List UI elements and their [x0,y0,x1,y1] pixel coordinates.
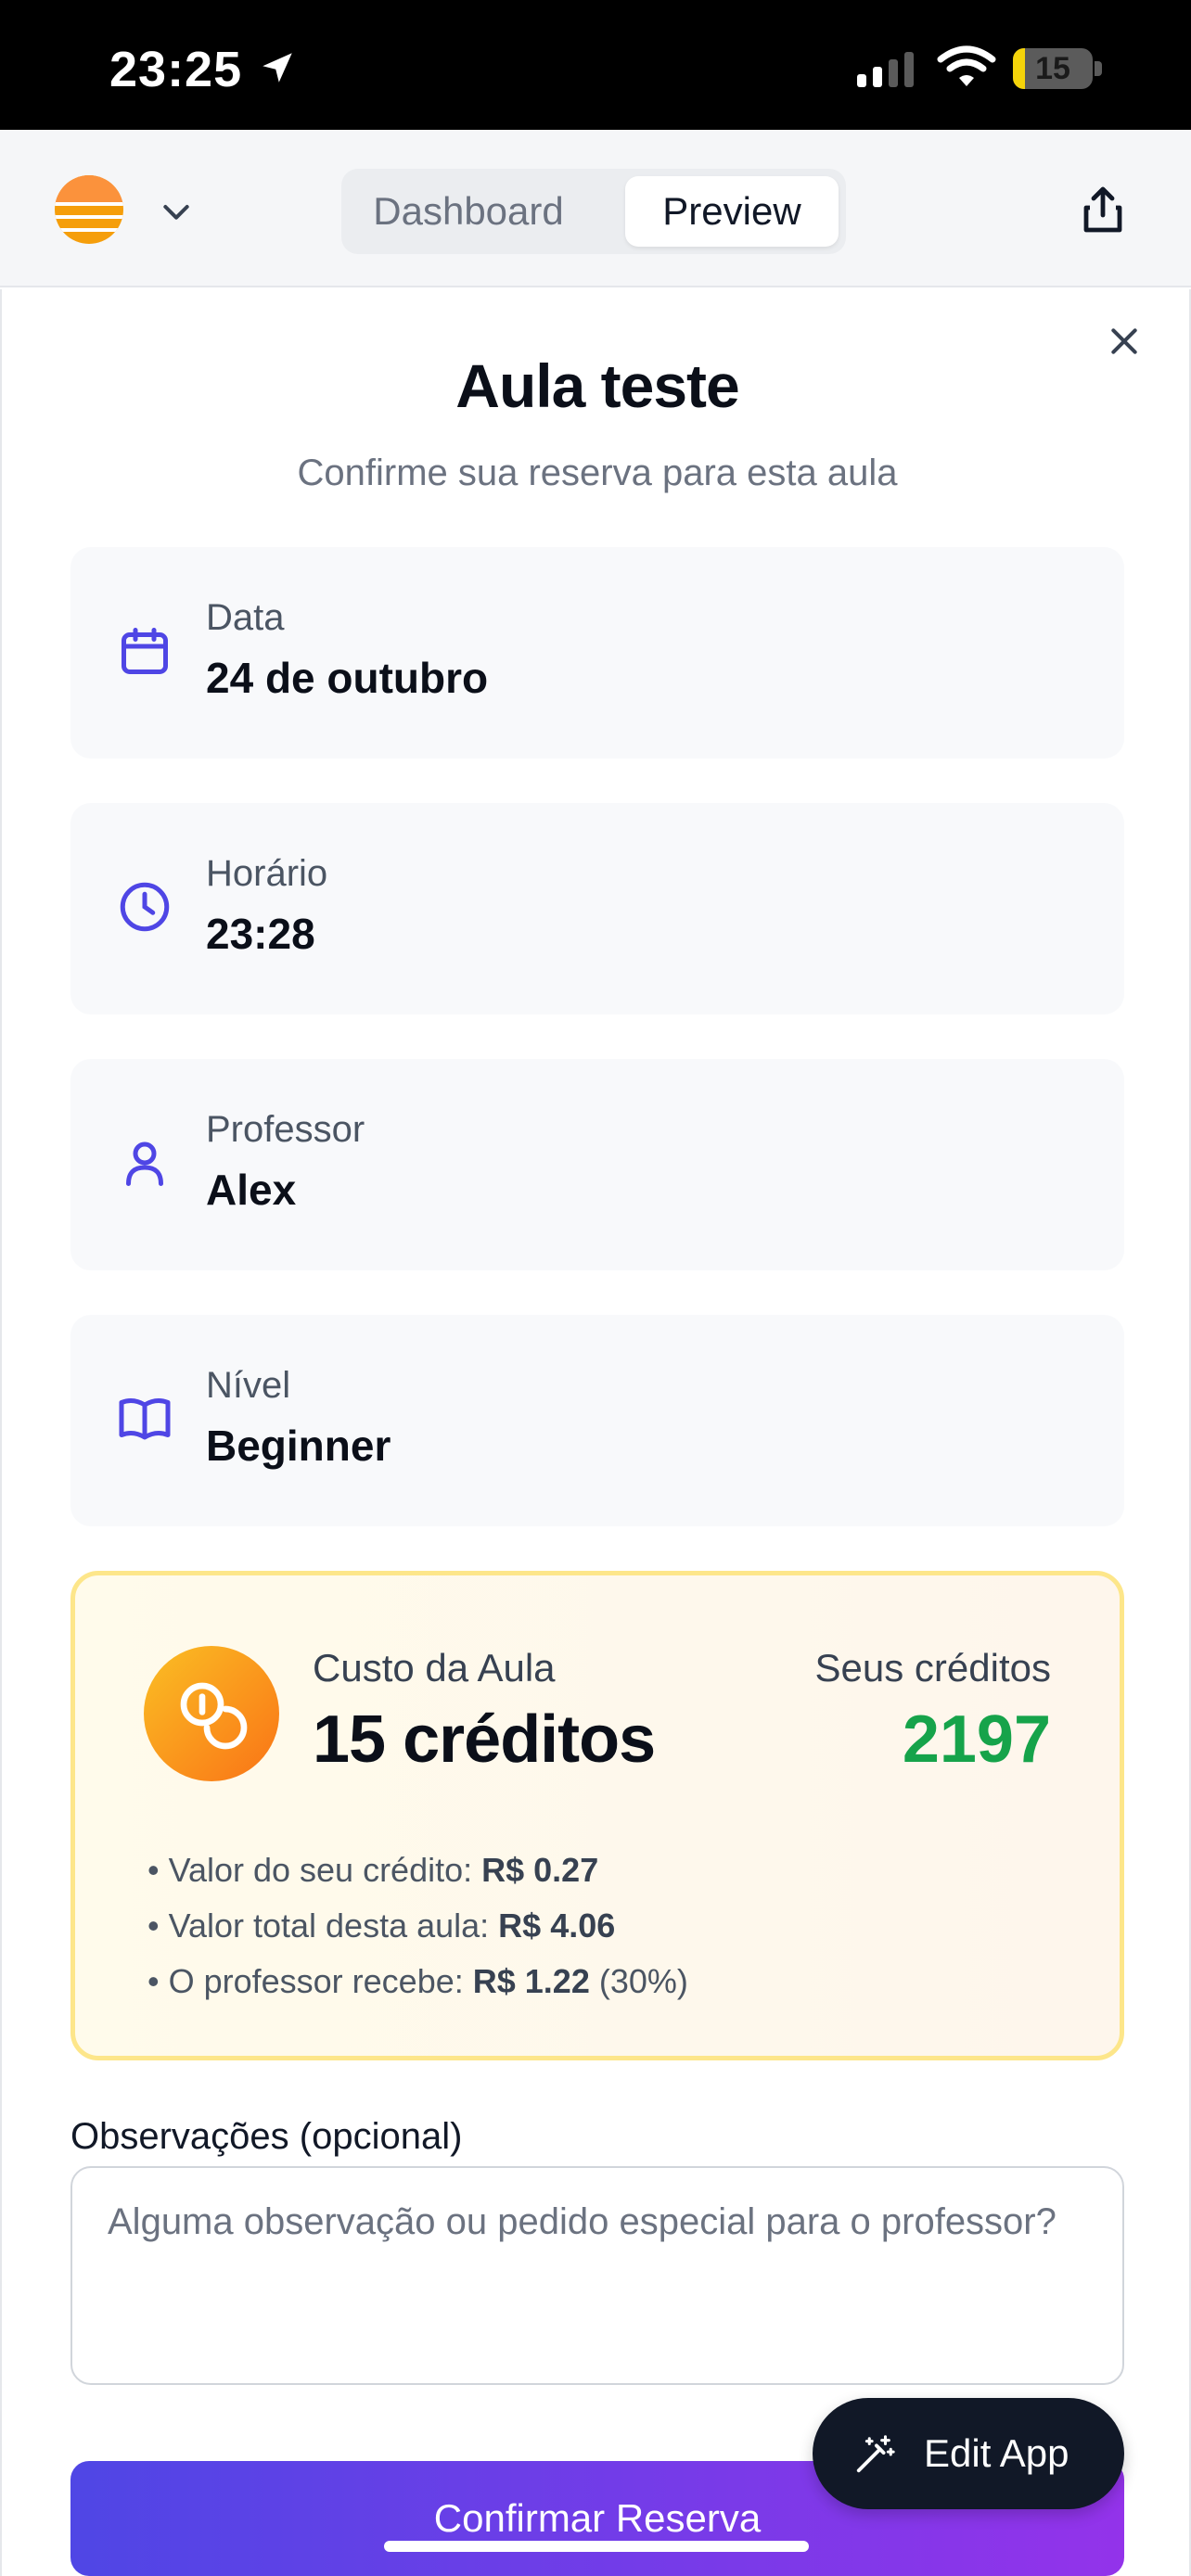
battery-indicator: 15 [1013,48,1102,89]
info-label: Horário [206,853,328,894]
home-indicator [384,2541,809,2552]
tab-dashboard[interactable]: Dashboard [349,176,588,247]
credit-detail-row: • O professor recebe: R$ 1.22 (30%) [147,1962,688,2000]
location-arrow-icon [263,53,292,83]
info-card-professor: Professor Alex [70,1059,1124,1270]
cost-value: 15 créditos [313,1702,656,1777]
book-open-icon [119,1398,171,1440]
info-label: Data [206,597,285,638]
info-value: 24 de outubro [206,654,489,702]
sheet-title: Aula teste [455,351,739,420]
booking-sheet: Aula teste Confirme sua reserva para est… [0,289,1191,2576]
info-card-time: Horário 23:28 [70,803,1124,1014]
status-time: 23:25 [109,42,243,97]
cellular-signal-icon [857,52,914,87]
edit-app-button[interactable]: Edit App [813,2398,1124,2509]
chevron-down-icon[interactable] [158,193,195,230]
user-icon [126,1141,163,1186]
info-value: Beginner [206,1422,391,1470]
info-label: Professor [206,1109,365,1150]
view-switcher: Dashboard Preview [341,169,846,254]
app-header: Dashboard Preview [0,130,1191,287]
edit-app-label: Edit App [924,2431,1069,2475]
clock-icon [120,882,170,932]
cost-label: Custo da Aula [313,1646,556,1690]
notes-field[interactable] [70,2166,1124,2385]
info-value: Alex [206,1166,297,1214]
share-icon[interactable] [1080,184,1126,236]
info-value: 23:28 [206,910,315,958]
sheet-subtitle: Confirme sua reserva para esta aula [297,453,898,493]
notes-label: Observações (opcional) [70,2116,463,2157]
credit-detail-row: • Valor do seu crédito: R$ 0.27 [147,1851,599,1889]
battery-level: 15 [1035,51,1070,86]
status-bar: 23:25 15 [0,0,1191,130]
info-label: Nível [206,1365,291,1406]
tab-preview[interactable]: Preview [625,176,839,247]
magic-wand-icon [856,2435,895,2473]
credit-detail-row: • Valor total desta aula: R$ 4.06 [147,1906,616,1945]
info-card-level: Nível Beginner [70,1315,1124,1526]
app-logo-icon[interactable] [54,174,124,245]
info-card-date: Data 24 de outubro [70,547,1124,759]
balance-value: 2197 [902,1702,1051,1777]
credits-summary-card: Custo da Aula 15 créditos Seus créditos … [70,1571,1124,2060]
calendar-icon [122,628,168,674]
credit-details-list: • Valor do seu crédito: R$ 0.27 • Valor … [147,1843,688,2009]
wifi-icon [937,45,996,86]
coins-icon [144,1646,279,1781]
balance-label: Seus créditos [814,1646,1051,1690]
